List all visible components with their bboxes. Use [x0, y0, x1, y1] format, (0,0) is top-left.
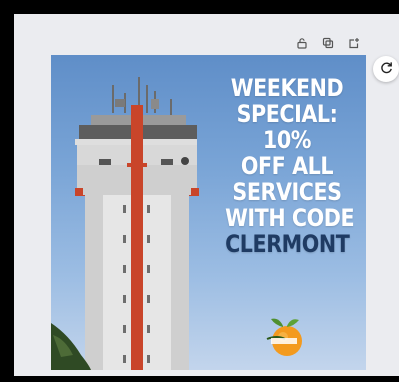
- design-page[interactable]: WEEKEND SPECIAL: 10% OFF ALL SERVICES WI…: [51, 55, 366, 370]
- add-page-button[interactable]: [347, 36, 361, 50]
- regenerate-button[interactable]: [373, 56, 399, 82]
- regenerate-icon: [379, 60, 394, 79]
- promo-headline: WEEKEND SPECIAL: 10% OFF ALL SERVICES WI…: [225, 74, 355, 258]
- promo-code: CLERMONT: [225, 230, 350, 258]
- lock-icon: [296, 34, 308, 53]
- add-page-icon: [348, 34, 360, 53]
- lock-button[interactable]: [295, 36, 309, 50]
- headline-line-5: SERVICES: [232, 178, 342, 206]
- headline-line-6: WITH CODE: [225, 204, 355, 232]
- clermont-social-logo: [266, 318, 302, 356]
- headline-line-4: OFF ALL: [240, 152, 334, 180]
- headline-line-3: 10%: [262, 126, 312, 154]
- headline-line-1: WEEKEND: [230, 74, 344, 102]
- duplicate-page-button[interactable]: [321, 36, 335, 50]
- page-toolbar: [295, 34, 361, 52]
- duplicate-page-icon: [322, 34, 334, 53]
- app-frame: WEEKEND SPECIAL: 10% OFF ALL SERVICES WI…: [0, 0, 399, 382]
- headline-line-2: SPECIAL:: [236, 100, 338, 128]
